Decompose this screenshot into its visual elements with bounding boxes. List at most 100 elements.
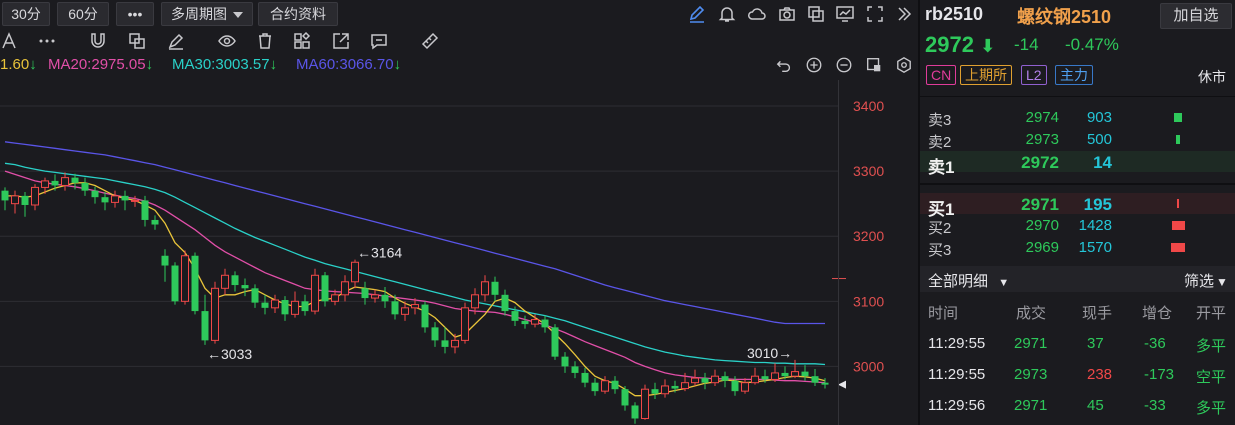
- level-volume: 1570: [1078, 239, 1112, 256]
- eye-icon[interactable]: [217, 31, 237, 51]
- period-60min-button[interactable]: 60分: [57, 2, 109, 26]
- copy-window-icon[interactable]: [806, 4, 826, 24]
- candle-body: [691, 377, 699, 384]
- level-label: 买3: [928, 242, 952, 259]
- candle-body: [741, 382, 749, 392]
- candle-body: [731, 380, 739, 392]
- comment-icon[interactable]: [369, 31, 389, 51]
- layers-icon[interactable]: [127, 31, 147, 51]
- zoom-in-icon[interactable]: [805, 56, 823, 74]
- trade-row[interactable]: 11:29:55 2971 37 -36 多平: [920, 333, 1235, 357]
- candle-body: [411, 304, 419, 309]
- candle-body: [381, 294, 389, 302]
- undo-icon[interactable]: [775, 56, 793, 74]
- ma20-line: [4, 170, 826, 384]
- caret-down-icon: ▼: [998, 277, 1010, 289]
- chart-controls: [775, 56, 915, 76]
- candle-body: [351, 261, 359, 283]
- export-icon[interactable]: [331, 31, 351, 51]
- more-periods-button[interactable]: •••: [116, 2, 154, 26]
- more-tools-icon[interactable]: [37, 31, 57, 51]
- candle-body: [181, 255, 189, 302]
- ma60-line: [4, 141, 825, 325]
- trash-icon[interactable]: [255, 31, 275, 51]
- add-favorite-button[interactable]: 加自选: [1160, 3, 1232, 29]
- ma5-value: 1.60↓: [0, 56, 37, 73]
- text-tool-icon[interactable]: [0, 31, 20, 51]
- trade-price: 2971: [1014, 397, 1048, 414]
- candle-body: [301, 301, 309, 312]
- reset-view-icon[interactable]: [865, 56, 883, 74]
- bid-row[interactable]: 买1 2971 195: [920, 193, 1235, 219]
- ask-row[interactable]: 卖3 2974 903: [920, 107, 1235, 129]
- multi-period-label: 多周期图: [171, 6, 227, 22]
- candle-body: [611, 380, 619, 390]
- trade-type: 空平: [1196, 369, 1227, 386]
- trade-row[interactable]: 11:29:55 2973 238 -173 空平: [920, 364, 1235, 388]
- candle-body: [251, 288, 259, 303]
- filter-button[interactable]: 筛选 ▼: [1184, 270, 1228, 291]
- period-30min-button[interactable]: 30分: [2, 2, 50, 26]
- trade-time: 11:29:55: [928, 366, 986, 383]
- ma5-line: [5, 182, 826, 397]
- bell-icon[interactable]: [717, 4, 737, 24]
- ask-row[interactable]: 卖2 2973 500: [920, 129, 1235, 151]
- pencil-icon[interactable]: [687, 4, 707, 24]
- candle-body: [711, 375, 719, 384]
- kline-chart[interactable]: 34003300320031003000 ←3033←31643010→←291…: [0, 80, 916, 425]
- level-price: 2973: [1025, 131, 1059, 148]
- multi-period-dropdown[interactable]: 多周期图: [161, 2, 253, 26]
- cloud-icon[interactable]: [747, 4, 767, 24]
- candle-body: [521, 320, 529, 325]
- candle-body: [11, 195, 19, 205]
- tag-l2: L2: [1021, 65, 1047, 85]
- templates-icon[interactable]: [292, 31, 312, 51]
- monitor-chart-icon[interactable]: [835, 4, 855, 24]
- volume-bar: [1177, 199, 1179, 208]
- volume-bar: [1174, 113, 1182, 122]
- candle-body: [481, 281, 489, 296]
- candle-body: [401, 307, 409, 315]
- bid-row[interactable]: 买3 2969 1570: [920, 237, 1235, 259]
- trade-detail-header[interactable]: 全部明细 ▼ 筛选 ▼: [920, 266, 1235, 292]
- brush-icon[interactable]: [166, 31, 186, 51]
- divider: [920, 183, 1235, 185]
- candle-body: [811, 376, 819, 383]
- candle-body: [491, 281, 499, 295]
- bid-row[interactable]: 买2 2970 1428: [920, 215, 1235, 237]
- level-price: 2971: [1021, 195, 1059, 214]
- level-volume: 195: [1083, 195, 1112, 214]
- volume-bar: [1176, 135, 1180, 144]
- ask-row[interactable]: 卖1 2972 14: [920, 151, 1235, 177]
- candle-body: [781, 372, 789, 377]
- drawing-toolbar: [0, 28, 916, 54]
- trade-row[interactable]: 11:29:56 2971 45 -33 多平: [920, 395, 1235, 419]
- market-status: 休市: [1198, 69, 1226, 85]
- last-price: 2972 ⬇: [925, 32, 996, 57]
- trade-detail-title: 全部明细 ▼: [928, 273, 1010, 290]
- trade-type: 多平: [1196, 338, 1227, 355]
- fullscreen-icon[interactable]: [865, 4, 885, 24]
- settings-icon[interactable]: [895, 56, 913, 74]
- candle-body: [101, 197, 109, 203]
- candle-body: [291, 300, 299, 315]
- trade-volume: 37: [1087, 335, 1104, 352]
- y-tick-label: 3000: [853, 358, 884, 374]
- candle-body: [161, 255, 169, 266]
- candle-body: [551, 327, 559, 357]
- candle-body: [751, 375, 759, 384]
- candle-body: [221, 274, 229, 289]
- trade-oi-change: -33: [1144, 397, 1166, 414]
- col-time: 时间: [928, 305, 959, 322]
- magnet-icon[interactable]: [88, 31, 108, 51]
- ruler-icon[interactable]: [420, 31, 440, 51]
- collapse-panel-icon[interactable]: [894, 4, 914, 24]
- zoom-out-icon[interactable]: [835, 56, 853, 74]
- candle-body: [171, 265, 179, 302]
- contract-info-button[interactable]: 合约资料: [258, 2, 338, 26]
- price-annotation: ←3033: [207, 346, 252, 362]
- candle-body: [701, 378, 709, 383]
- quote-panel: rb2510 螺纹钢2510 加自选 2972 ⬇ -14 -0.47% CN …: [920, 0, 1235, 425]
- price-change: -14: [1014, 35, 1039, 54]
- camera-icon[interactable]: [777, 4, 797, 24]
